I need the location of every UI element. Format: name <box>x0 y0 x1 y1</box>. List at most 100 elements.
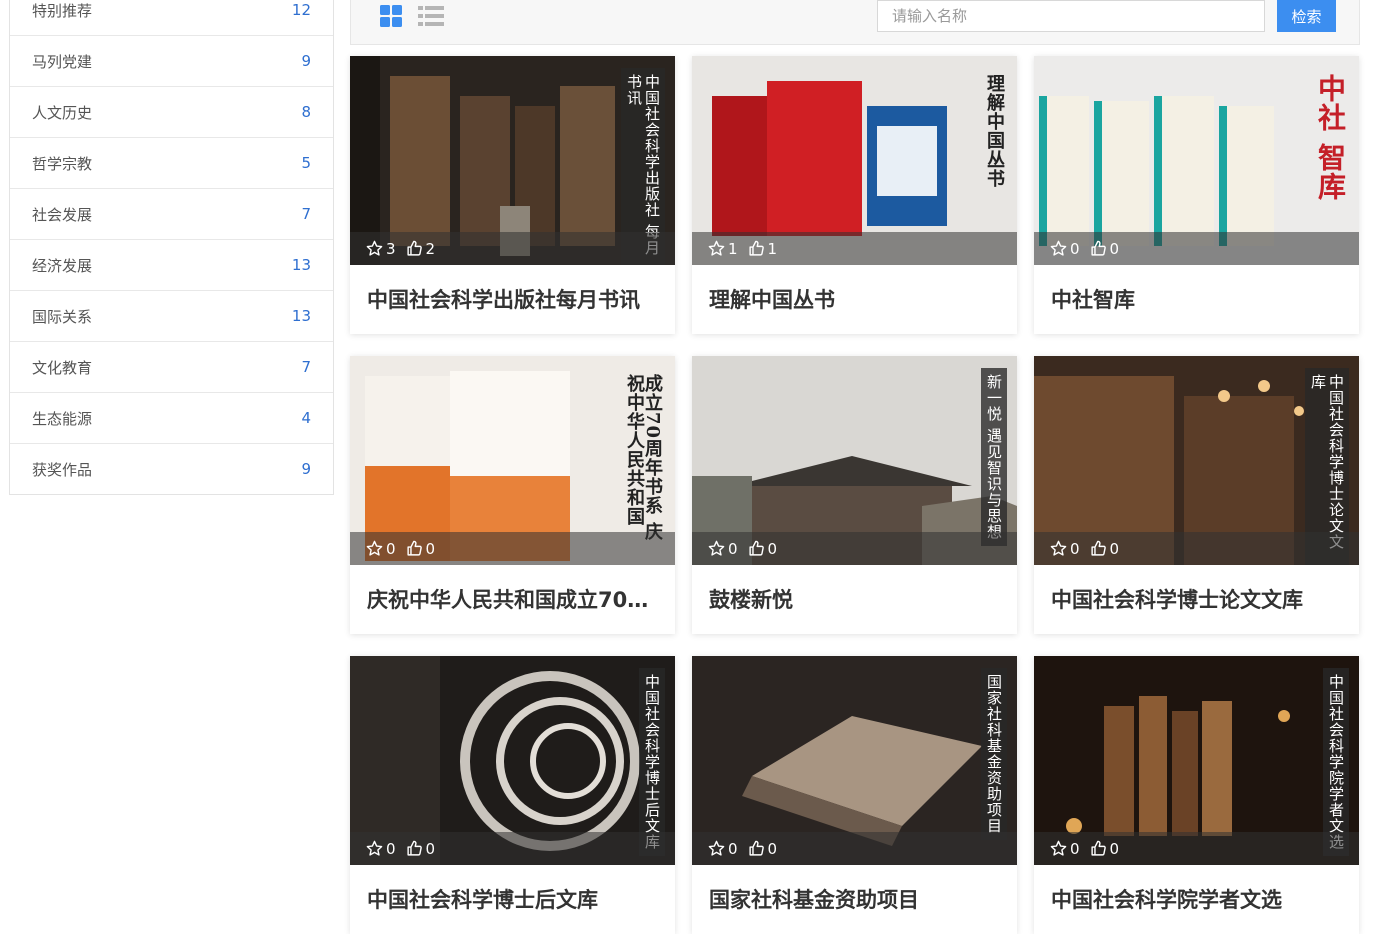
sidebar-item-label: 国际关系 <box>32 307 93 326</box>
star-icon[interactable] <box>366 240 383 257</box>
card-banner: 国家社科基金资助项目 <box>981 668 1007 840</box>
grid-view-icon[interactable] <box>379 4 403 28</box>
card-thumbnail: 中国社会科学博士后文库 0 0 <box>350 656 675 865</box>
star-count: 0 <box>728 539 738 558</box>
thumbs-up-icon[interactable] <box>748 840 765 857</box>
card-title: 中社智库 <box>1051 288 1135 312</box>
star-icon[interactable] <box>366 840 383 857</box>
sidebar-item-label: 马列党建 <box>32 52 93 71</box>
card-title: 中国社会科学出版社每月书讯 <box>367 288 640 312</box>
star-count: 0 <box>1070 839 1080 858</box>
star-icon[interactable] <box>1050 840 1067 857</box>
favorite-stat: 0 <box>366 540 396 558</box>
like-stat: 0 <box>406 539 436 558</box>
card-title: 庆祝中华人民共和国成立70周年书系 <box>367 588 675 612</box>
collection-card[interactable]: 中国社会科学出版社 每月书讯 3 2 中国社会科学出版社每月书讯 <box>350 56 675 334</box>
star-icon[interactable] <box>366 540 383 557</box>
card-stats: 0 0 <box>350 532 675 565</box>
like-count: 1 <box>767 239 778 258</box>
sidebar-item-count: 13 <box>291 307 311 325</box>
collection-card[interactable]: 新一悦 遇见智识与思想 0 0 鼓楼新悦 <box>692 356 1017 634</box>
sidebar-item-history[interactable]: 人文历史 8 <box>10 87 333 138</box>
like-stat: 0 <box>1090 240 1119 258</box>
sidebar-item-label: 文化教育 <box>32 358 93 377</box>
sidebar-item-count: 7 <box>301 358 311 376</box>
card-title: 中国社会科学博士后文库 <box>367 888 598 912</box>
thumbs-up-icon[interactable] <box>406 840 423 857</box>
card-banner: 中国社会科学博士后文库 <box>639 668 665 856</box>
card-title: 中国社会科学博士论文文库 <box>1051 588 1303 612</box>
thumbs-up-icon[interactable] <box>748 240 765 257</box>
sidebar-item-special[interactable]: 特别推荐 12 <box>10 0 333 36</box>
sidebar-item-party[interactable]: 马列党建 9 <box>10 36 333 87</box>
collection-card[interactable]: 中国社会科学院学者文选 0 0 中国社会科学院学者文选 <box>1034 656 1359 934</box>
like-count: 0 <box>767 539 778 558</box>
sidebar-item-count: 4 <box>301 409 311 427</box>
sidebar-item-count: 7 <box>301 205 311 223</box>
collection-card[interactable]: 中国社会科学博士论文文库 0 0 中国社会科学博士论文文库 <box>1034 356 1359 634</box>
card-banner: 中国社会科学院学者文选 <box>1323 668 1349 856</box>
like-stat: 0 <box>748 539 778 558</box>
star-count: 0 <box>728 839 738 858</box>
star-icon[interactable] <box>708 240 725 257</box>
favorite-stat: 1 <box>708 240 738 258</box>
sidebar-item-count: 5 <box>301 154 311 172</box>
like-stat: 0 <box>1090 540 1119 558</box>
thumbs-up-icon[interactable] <box>1090 540 1107 557</box>
card-title: 理解中国丛书 <box>709 288 835 312</box>
like-stat: 0 <box>1090 839 1120 858</box>
like-stat: 1 <box>748 239 778 258</box>
star-count: 3 <box>386 239 396 258</box>
thumbs-up-icon[interactable] <box>1090 840 1107 857</box>
sidebar-item-ecology[interactable]: 生态能源 4 <box>10 393 333 444</box>
sidebar-item-count: 9 <box>301 460 311 478</box>
search-input[interactable] <box>877 0 1265 32</box>
favorite-stat: 0 <box>1050 240 1080 258</box>
thumbs-up-icon[interactable] <box>748 540 765 557</box>
like-count: 0 <box>1109 839 1120 858</box>
list-view-icon[interactable] <box>417 4 445 28</box>
star-count: 0 <box>386 839 396 858</box>
star-icon[interactable] <box>1050 540 1067 557</box>
favorite-stat: 0 <box>366 840 396 858</box>
search-button[interactable]: 检索 <box>1277 0 1336 32</box>
card-thumbnail: 中国社会科学博士论文文库 0 0 <box>1034 356 1359 565</box>
collection-card[interactable]: 国家社科基金资助项目 0 0 国家社科基金资助项目 <box>692 656 1017 934</box>
thumbs-up-icon[interactable] <box>1090 240 1107 257</box>
sidebar-item-international[interactable]: 国际关系 13 <box>10 291 333 342</box>
toolbar: 检索 <box>350 0 1360 45</box>
sidebar-item-society[interactable]: 社会发展 7 <box>10 189 333 240</box>
collection-card[interactable]: 中社 智库 0 0 中社智库 <box>1034 56 1359 334</box>
card-stats: 0 0 <box>1034 532 1359 565</box>
card-banner: 理解中国丛书 <box>984 74 1005 188</box>
sidebar-item-label: 社会发展 <box>32 205 93 224</box>
star-count: 0 <box>1070 539 1080 558</box>
star-icon[interactable] <box>1050 240 1067 257</box>
sidebar-item-label: 人文历史 <box>32 103 93 122</box>
card-stats: 3 2 <box>350 232 675 265</box>
card-thumbnail: 中社 智库 0 0 <box>1034 56 1359 265</box>
card-stats: 0 0 <box>1034 232 1359 265</box>
collection-card[interactable]: 成立70周年书系 庆祝中华人民共和国 0 0 庆祝中华人民共和国成立70周年书系 <box>350 356 675 634</box>
favorite-stat: 0 <box>708 540 738 558</box>
collection-card[interactable]: 理解中国丛书 1 1 理解中国丛书 <box>692 56 1017 334</box>
sidebar-item-education[interactable]: 文化教育 7 <box>10 342 333 393</box>
like-count: 0 <box>767 839 778 858</box>
sidebar-item-economy[interactable]: 经济发展 13 <box>10 240 333 291</box>
like-count: 0 <box>425 539 436 558</box>
sidebar-item-count: 13 <box>291 256 311 274</box>
thumbs-up-icon[interactable] <box>406 540 423 557</box>
card-banner: 中社 智库 <box>1314 74 1347 201</box>
sidebar-item-count: 12 <box>291 1 311 19</box>
card-title: 中国社会科学院学者文选 <box>1051 888 1282 912</box>
star-count: 1 <box>728 239 738 258</box>
sidebar-item-label: 特别推荐 <box>32 1 93 20</box>
star-icon[interactable] <box>708 840 725 857</box>
star-icon[interactable] <box>708 540 725 557</box>
sidebar-item-philosophy[interactable]: 哲学宗教 5 <box>10 138 333 189</box>
collection-card[interactable]: 中国社会科学博士后文库 0 0 中国社会科学博士后文库 <box>350 656 675 934</box>
thumbs-up-icon[interactable] <box>406 240 423 257</box>
card-stats: 0 0 <box>350 832 675 865</box>
sidebar-item-awards[interactable]: 获奖作品 9 <box>10 444 333 494</box>
sidebar-item-label: 哲学宗教 <box>32 154 93 173</box>
